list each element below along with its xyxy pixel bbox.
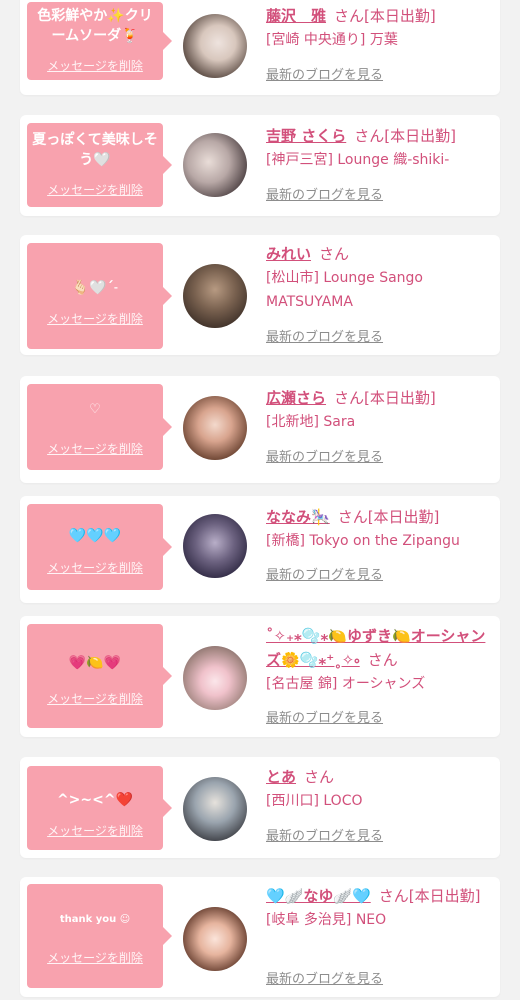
message-card: ♡ メッセージを削除 広瀬さら さん[本日出勤] [北新地] Sara 最新のブロ… [20, 376, 500, 483]
delete-message-link[interactable]: メッセージを削除 [27, 183, 163, 197]
message-bubble: 🫰🏻🤍ˊ˗ メッセージを削除 [27, 243, 172, 349]
cast-info: みれい さん [松山市] Lounge Sango MATSUYAMA [266, 242, 492, 314]
honorific: さん [334, 389, 365, 407]
honorific: さん [354, 127, 385, 145]
message-card: 🩵🩵🩵 メッセージを削除 ななみ🎠 さん[本日出勤] [新橋] Tokyo on … [20, 496, 500, 603]
message-text: ♡ [89, 402, 101, 417]
cast-info: ˚✧₊⁎🫧⁎🍋ゆずき🍋オーシャンズ🌼🫧⁎⁺˳✧༚ さん [名古屋 錦] オーシャン… [266, 624, 492, 696]
delete-message-link[interactable]: メッセージを削除 [27, 59, 163, 73]
message-text: 🩵🩵🩵 [68, 528, 122, 544]
avatar[interactable] [183, 646, 247, 710]
status-badge: [本日出勤] [364, 7, 436, 25]
avatar[interactable] [183, 777, 247, 841]
message-bubble: 色彩鮮やか✨クリームソーダ🍹 メッセージを削除 [27, 2, 172, 80]
cast-info: とあ さん [西川口] LOCO [266, 765, 492, 813]
honorific: さん [337, 508, 368, 526]
cast-info: 広瀬さら さん[本日出勤] [北新地] Sara [266, 386, 492, 434]
message-text: 🫰🏻🤍ˊ˗ [71, 280, 119, 296]
message-card: ^>~<^❤️ メッセージを削除 とあ さん [西川口] LOCO 最新のブログを… [20, 757, 500, 858]
cast-name-link[interactable]: とあ [266, 768, 296, 786]
avatar[interactable] [183, 14, 247, 78]
cast-name-link[interactable]: ななみ🎠 [266, 508, 330, 526]
message-card: 夏っぽくて美味しそう🤍 メッセージを削除 吉野 さくら さん[本日出勤] [神戸三… [20, 115, 500, 216]
delete-message-link[interactable]: メッセージを削除 [27, 692, 163, 706]
honorific: さん [367, 651, 398, 669]
honorific: さん [319, 245, 350, 263]
latest-blog-link[interactable]: 最新のブログを見る [266, 330, 383, 346]
avatar[interactable] [183, 907, 247, 971]
status-badge: [本日出勤] [364, 389, 436, 407]
latest-blog-link[interactable]: 最新のブログを見る [266, 972, 383, 988]
shop-label: [西川口] LOCO [266, 793, 363, 809]
shop-label: [宮崎 中央通り] 万葉 [266, 32, 398, 48]
delete-message-link[interactable]: メッセージを削除 [27, 561, 163, 575]
message-text: ^>~<^❤️ [56, 792, 134, 808]
message-text: 夏っぽくて美味しそう🤍 [32, 132, 158, 168]
cast-name-link[interactable]: 吉野 さくら [266, 127, 346, 145]
shop-label: [岐阜 多治見] NEO [266, 912, 387, 928]
message-text: thank you ☺︎ [59, 914, 131, 925]
cast-name-link[interactable]: 広瀬さら [266, 389, 326, 407]
message-card: thank you ☺︎ メッセージを削除 🩵🪽なゆ🪽🩵 さん[本日出勤] [岐阜… [20, 877, 500, 997]
latest-blog-link[interactable]: 最新のブログを見る [266, 188, 383, 204]
message-card: 🫰🏻🤍ˊ˗ メッセージを削除 みれい さん [松山市] Lounge Sango … [20, 235, 500, 355]
cast-name-link[interactable]: 🩵🪽なゆ🪽🩵 [266, 887, 371, 905]
honorific: さん [334, 7, 365, 25]
status-badge: [本日出勤] [408, 887, 481, 905]
cast-name-link[interactable]: みれい [266, 245, 311, 263]
message-bubble: thank you ☺︎ メッセージを削除 [27, 884, 172, 988]
avatar[interactable] [183, 133, 247, 197]
shop-label: [松山市] Lounge Sango MATSUYAMA [266, 270, 423, 310]
cast-info: 吉野 さくら さん[本日出勤] [神戸三宮] Lounge 織-shiki- [266, 124, 492, 172]
delete-message-link[interactable]: メッセージを削除 [27, 442, 163, 456]
latest-blog-link[interactable]: 最新のブログを見る [266, 711, 383, 727]
latest-blog-link[interactable]: 最新のブログを見る [266, 829, 383, 845]
status-badge: [本日出勤] [367, 508, 440, 526]
delete-message-link[interactable]: メッセージを削除 [27, 951, 163, 965]
message-text: 色彩鮮やか✨クリームソーダ🍹 [37, 8, 153, 44]
status-badge: [本日出勤] [384, 127, 456, 145]
cast-info: 藤沢 雅さん[本日出勤] [宮崎 中央通り] 万葉 [266, 4, 492, 52]
avatar[interactable] [183, 396, 247, 460]
delete-message-link[interactable]: メッセージを削除 [27, 312, 163, 326]
cast-name-link[interactable]: 藤沢 雅 [266, 7, 326, 25]
message-text: 💗🍋💗 [68, 655, 122, 671]
latest-blog-link[interactable]: 最新のブログを見る [266, 450, 383, 466]
shop-label: [名古屋 錦] オーシャンズ [266, 676, 426, 692]
message-bubble: 💗🍋💗 メッセージを削除 [27, 624, 172, 728]
message-bubble: ^>~<^❤️ メッセージを削除 [27, 766, 172, 850]
message-bubble: ♡ メッセージを削除 [27, 384, 172, 470]
message-card: 色彩鮮やか✨クリームソーダ🍹 メッセージを削除 藤沢 雅さん[本日出勤] [宮崎… [20, 0, 500, 95]
message-card: 💗🍋💗 メッセージを削除 ˚✧₊⁎🫧⁎🍋ゆずき🍋オーシャンズ🌼🫧⁎⁺˳✧༚ さん … [20, 616, 500, 737]
latest-blog-link[interactable]: 最新のブログを見る [266, 568, 383, 584]
message-bubble: 夏っぽくて美味しそう🤍 メッセージを削除 [27, 123, 172, 207]
honorific: さん [304, 768, 335, 786]
shop-label: [神戸三宮] Lounge 織-shiki- [266, 152, 450, 168]
delete-message-link[interactable]: メッセージを削除 [27, 824, 163, 838]
message-bubble: 🩵🩵🩵 メッセージを削除 [27, 504, 172, 590]
avatar[interactable] [183, 514, 247, 578]
cast-info: ななみ🎠 さん[本日出勤] [新橋] Tokyo on the Zipangu [266, 505, 492, 553]
latest-blog-link[interactable]: 最新のブログを見る [266, 68, 383, 84]
cast-info: 🩵🪽なゆ🪽🩵 さん[本日出勤] [岐阜 多治見] NEO [266, 884, 492, 932]
avatar[interactable] [183, 264, 247, 328]
honorific: さん [378, 887, 409, 905]
shop-label: [北新地] Sara [266, 414, 356, 430]
shop-label: [新橋] Tokyo on the Zipangu [266, 533, 460, 549]
